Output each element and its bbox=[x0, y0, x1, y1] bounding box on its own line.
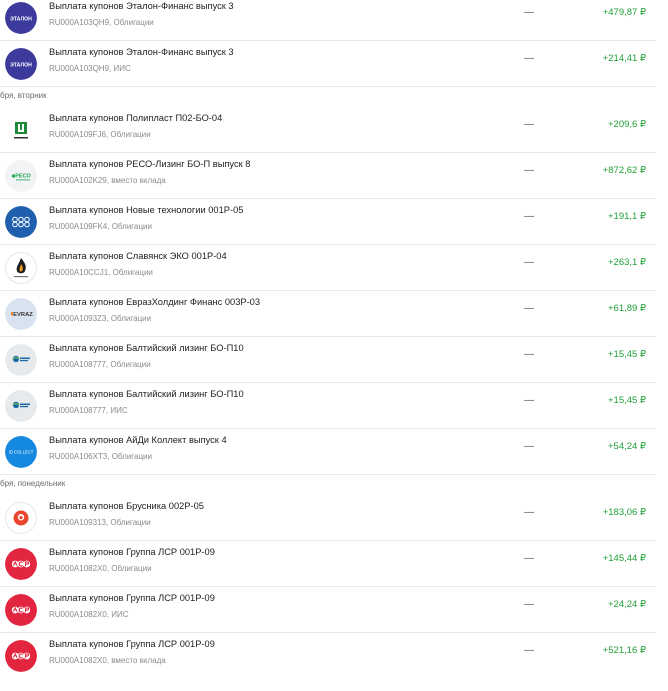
operation-mid-value: — bbox=[524, 599, 534, 610]
operation-mid-value: — bbox=[524, 441, 534, 452]
operation-subtitle: RU000A109FJ6, Облигации bbox=[49, 130, 151, 139]
poliplast-logo-icon bbox=[5, 114, 37, 146]
operation-subtitle: RU000A109313, Облигации bbox=[49, 518, 151, 527]
operation-amount: +61,89 ₽ bbox=[607, 303, 646, 314]
operation-mid-value: — bbox=[524, 349, 534, 360]
svg-text:EVRAZ: EVRAZ bbox=[13, 312, 33, 318]
date-label: бря, понедельник bbox=[0, 479, 66, 488]
operation-row[interactable]: Выплата купонов Балтийский лизинг БО-П10… bbox=[0, 337, 668, 383]
operation-subtitle: RU000A108777, ИИС bbox=[49, 406, 128, 415]
evraz-logo-icon: EVRAZ bbox=[5, 298, 37, 330]
operation-title: Выплата купонов РЕСО-Лизинг БО-П выпуск … bbox=[49, 159, 251, 169]
brusnika-logo-icon bbox=[5, 502, 37, 534]
svg-text:РЕСО: РЕСО bbox=[15, 174, 31, 180]
operation-mid-value: — bbox=[524, 165, 534, 176]
date-label: бря, вторник bbox=[0, 91, 47, 100]
slavyansk-logo-icon bbox=[5, 252, 37, 284]
operation-row[interactable]: ЭТАЛОН Выплата купонов Эталон-Финанс вып… bbox=[0, 41, 668, 87]
etalon-logo-icon: ЭТАЛОН bbox=[5, 48, 37, 80]
operation-amount: +214,41 ₽ bbox=[602, 53, 646, 64]
operation-row[interactable]: Выплата купонов Группа ЛСР 001Р-09 RU000… bbox=[0, 587, 668, 633]
operation-amount: +145,44 ₽ bbox=[602, 553, 646, 564]
operation-title: Выплата купонов Группа ЛСР 001Р-09 bbox=[49, 593, 215, 603]
date-header: бря, вторник bbox=[0, 87, 668, 107]
operation-amount: +479,87 ₽ bbox=[602, 7, 646, 18]
operation-mid-value: — bbox=[524, 553, 534, 564]
idcollect-logo-icon: ID COLLECT bbox=[5, 436, 37, 468]
lsr-logo-icon bbox=[5, 594, 37, 626]
newtech-logo-icon bbox=[5, 206, 37, 238]
operation-row[interactable]: Выплата купонов Новые технологии 001Р-05… bbox=[0, 199, 668, 245]
operation-mid-value: — bbox=[524, 257, 534, 268]
operation-row[interactable]: ID COLLECT Выплата купонов АйДи Коллект … bbox=[0, 429, 668, 475]
operation-row[interactable]: Выплата купонов Группа ЛСР 001Р-09 RU000… bbox=[0, 541, 668, 587]
operation-title: Выплата купонов ЕвразХолдинг Финанс 003Р… bbox=[49, 297, 261, 307]
operation-subtitle: RU000A102K29, вместо вклада bbox=[49, 176, 166, 185]
operation-row[interactable]: Выплата купонов Балтийский лизинг БО-П10… bbox=[0, 383, 668, 429]
operation-subtitle: RU000A1082X0, ИИС bbox=[49, 610, 129, 619]
operation-mid-value: — bbox=[524, 507, 534, 518]
operation-amount: +191,1 ₽ bbox=[607, 211, 646, 222]
operation-row[interactable]: Выплата купонов Полипласт П02-БО-04 RU00… bbox=[0, 107, 668, 153]
reso-logo-icon: РЕСО bbox=[5, 160, 37, 192]
operation-amount: +521,16 ₽ bbox=[602, 645, 646, 656]
operation-title: Выплата купонов Балтийский лизинг БО-П10 bbox=[49, 389, 244, 399]
operation-title: Выплата купонов Брусника 002Р-05 bbox=[49, 501, 204, 511]
operation-amount: +15,45 ₽ bbox=[607, 349, 646, 360]
operation-subtitle: RU000A103QH9, ИИС bbox=[49, 64, 131, 73]
operation-row[interactable]: ЭТАЛОН Выплата купонов Эталон-Финанс вып… bbox=[0, 0, 668, 41]
operation-row[interactable]: Выплата купонов Группа ЛСР 001Р-09 RU000… bbox=[0, 633, 668, 679]
baltic-leasing-logo-icon bbox=[5, 344, 37, 376]
svg-text:ЭТАЛОН: ЭТАЛОН bbox=[10, 63, 32, 69]
operation-row[interactable]: Выплата купонов Брусника 002Р-05 RU000A1… bbox=[0, 495, 668, 541]
svg-text:ID COLLECT: ID COLLECT bbox=[9, 450, 34, 455]
operation-title: Выплата купонов Эталон-Финанс выпуск 3 bbox=[49, 1, 234, 11]
operation-title: Выплата купонов Полипласт П02-БО-04 bbox=[49, 113, 223, 123]
operation-subtitle: RU000A109FK4, Облигации bbox=[49, 222, 152, 231]
operation-amount: +54,24 ₽ bbox=[607, 441, 646, 452]
operation-amount: +15,45 ₽ bbox=[607, 395, 646, 406]
operation-subtitle: RU000A1093Z3, Облигации bbox=[49, 314, 152, 323]
operation-mid-value: — bbox=[524, 395, 534, 406]
operation-amount: +183,06 ₽ bbox=[602, 507, 646, 518]
operation-mid-value: — bbox=[524, 645, 534, 656]
operations-list: ЭТАЛОН Выплата купонов Эталон-Финанс вып… bbox=[0, 0, 668, 679]
operation-subtitle: RU000A108777, Облигации bbox=[49, 360, 151, 369]
date-header: бря, понедельник bbox=[0, 475, 668, 495]
operation-title: Выплата купонов Новые технологии 001Р-05 bbox=[49, 205, 244, 215]
operation-subtitle: RU000A1082X0, Облигации bbox=[49, 564, 152, 573]
operation-mid-value: — bbox=[524, 303, 534, 314]
operation-row[interactable]: EVRAZ Выплата купонов ЕвразХолдинг Финан… bbox=[0, 291, 668, 337]
svg-text:ЭТАЛОН: ЭТАЛОН bbox=[10, 17, 32, 23]
operation-title: Выплата купонов АйДи Коллект выпуск 4 bbox=[49, 435, 227, 445]
operation-title: Выплата купонов Группа ЛСР 001Р-09 bbox=[49, 639, 215, 649]
operation-title: Выплата купонов Эталон-Финанс выпуск 3 bbox=[49, 47, 234, 57]
etalon-logo-icon: ЭТАЛОН bbox=[5, 2, 37, 34]
lsr-logo-icon bbox=[5, 548, 37, 580]
operation-title: Выплата купонов Славянск ЭКО 001Р-04 bbox=[49, 251, 227, 261]
operation-amount: +209,6 ₽ bbox=[607, 119, 646, 130]
operation-mid-value: — bbox=[524, 211, 534, 222]
lsr-logo-icon bbox=[5, 640, 37, 672]
operation-title: Выплата купонов Группа ЛСР 001Р-09 bbox=[49, 547, 215, 557]
operation-subtitle: RU000A106XT3, Облигации bbox=[49, 452, 152, 461]
operation-mid-value: — bbox=[524, 53, 534, 64]
operation-subtitle: RU000A10CCJ1, Облигации bbox=[49, 268, 153, 277]
operation-amount: +24,24 ₽ bbox=[607, 599, 646, 610]
operation-mid-value: — bbox=[524, 119, 534, 130]
operation-amount: +263,1 ₽ bbox=[607, 257, 646, 268]
operation-mid-value: — bbox=[524, 7, 534, 18]
operation-row[interactable]: Выплата купонов Славянск ЭКО 001Р-04 RU0… bbox=[0, 245, 668, 291]
operation-title: Выплата купонов Балтийский лизинг БО-П10 bbox=[49, 343, 244, 353]
operation-row[interactable]: РЕСО Выплата купонов РЕСО-Лизинг БО-П вы… bbox=[0, 153, 668, 199]
operation-subtitle: RU000A1082X0, вместо вклада bbox=[49, 656, 166, 665]
operation-subtitle: RU000A103QH9, Облигации bbox=[49, 18, 154, 27]
baltic-leasing-logo-icon bbox=[5, 390, 37, 422]
operation-amount: +872,62 ₽ bbox=[602, 165, 646, 176]
